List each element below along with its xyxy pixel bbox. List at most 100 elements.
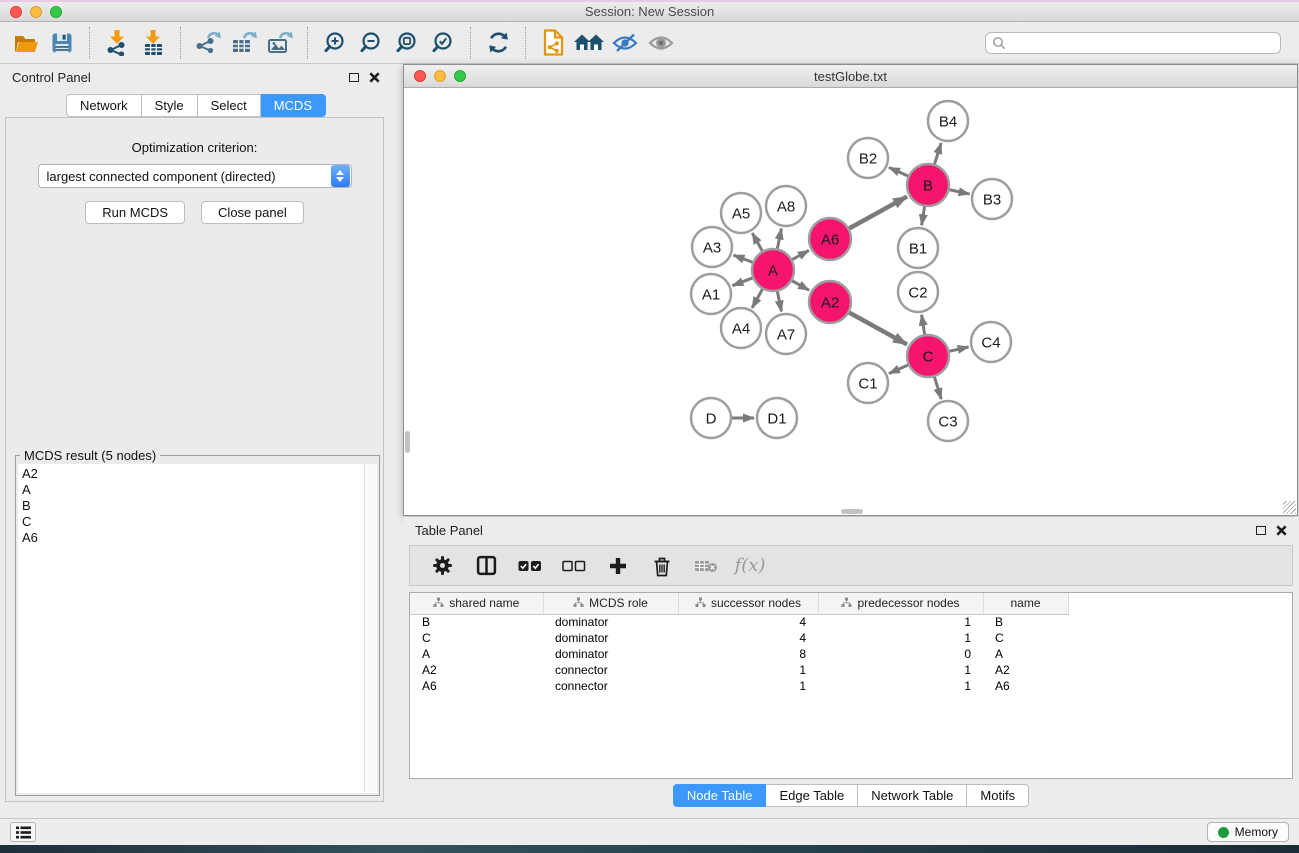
hide-labels-button[interactable] <box>607 26 643 60</box>
zoom-out-button[interactable] <box>353 26 389 60</box>
table-row[interactable]: Bdominator41B <box>410 614 1292 630</box>
fx-icon: f(x) <box>735 555 766 576</box>
resize-grip[interactable] <box>1283 501 1296 514</box>
graph-edge[interactable] <box>934 143 941 165</box>
memory-button[interactable]: Memory <box>1207 822 1289 842</box>
column-header-predecessor-nodes[interactable]: predecessor nodes <box>818 593 983 614</box>
delete-table-button[interactable] <box>684 549 728 583</box>
graph-edge[interactable] <box>791 250 808 260</box>
graph-edge[interactable] <box>948 347 968 351</box>
zoom-selected-button[interactable] <box>425 26 461 60</box>
close-panel-button[interactable]: Close panel <box>201 201 304 224</box>
tab-select[interactable]: Select <box>198 94 261 117</box>
column-header-name[interactable]: name <box>983 593 1068 614</box>
tab-motifs[interactable]: Motifs <box>967 784 1029 807</box>
graph-edge[interactable] <box>848 312 907 344</box>
graph-edge[interactable] <box>752 288 763 307</box>
show-graphics-details-button[interactable] <box>643 26 679 60</box>
search-field[interactable] <box>985 32 1281 54</box>
import-network-button[interactable] <box>99 26 135 60</box>
graph-edge[interactable] <box>949 189 970 194</box>
result-item[interactable]: C <box>22 514 364 530</box>
graph-node-label: C2 <box>908 285 927 302</box>
zoom-fit-content-button[interactable] <box>389 26 425 60</box>
graph-edge[interactable] <box>889 365 909 374</box>
eye-icon <box>647 32 675 54</box>
graph-edge[interactable] <box>889 167 909 176</box>
import-table-button[interactable] <box>135 26 171 60</box>
clone-network-button[interactable] <box>535 26 571 60</box>
result-scrollbar[interactable] <box>364 464 377 793</box>
graph-node-label: C <box>923 349 934 366</box>
open-session-button[interactable] <box>8 26 44 60</box>
mcds-result-groupbox: MCDS result (5 nodes) A2 A B C A6 <box>15 455 380 796</box>
tab-network[interactable]: Network <box>66 94 142 117</box>
result-item[interactable]: B <box>22 498 364 514</box>
export-network-button[interactable] <box>190 26 226 60</box>
graph-edge[interactable] <box>922 315 925 336</box>
horizontal-scrollbar[interactable] <box>841 509 863 514</box>
table-tabs: Node Table Edge Table Network Table Moti… <box>403 784 1299 807</box>
label-eye-slash-icon <box>611 32 639 54</box>
toolbar-separator <box>525 27 526 59</box>
list-icon <box>16 826 31 839</box>
table-row[interactable]: Adominator80A <box>410 646 1292 662</box>
graph-edge[interactable] <box>777 291 781 312</box>
delete-row-button[interactable] <box>640 549 684 583</box>
close-table-panel-icon[interactable] <box>1276 525 1287 536</box>
task-history-button[interactable] <box>10 822 36 842</box>
search-input[interactable] <box>1006 34 1280 52</box>
column-header-mcds-role[interactable]: MCDS role <box>543 593 678 614</box>
table-settings-button[interactable] <box>420 549 464 583</box>
column-header-shared-name[interactable]: shared name <box>410 593 543 614</box>
tab-node-table[interactable]: Node Table <box>673 784 767 807</box>
table-row[interactable]: A6connector11A6 <box>410 678 1292 694</box>
graph-edge[interactable] <box>848 197 907 229</box>
home-first-neighbors-button[interactable] <box>571 26 607 60</box>
export-image-button[interactable] <box>262 26 298 60</box>
graph-node-label: A2 <box>821 295 839 312</box>
close-panel-icon[interactable] <box>369 72 380 83</box>
graph-edge[interactable] <box>922 206 925 226</box>
show-column-button[interactable] <box>464 549 508 583</box>
toolbar-separator <box>307 27 308 59</box>
export-table-button[interactable] <box>226 26 262 60</box>
result-item[interactable]: A <box>22 482 364 498</box>
vertical-scrollbar[interactable] <box>405 431 410 453</box>
network-graph[interactable]: B4B2BB3A8A5A6A3B1AC2A1A2A4A7C4CC1C3DD1 <box>404 88 1297 515</box>
deselect-all-rows-button[interactable] <box>552 549 596 583</box>
add-row-button[interactable] <box>596 549 640 583</box>
float-panel-icon[interactable] <box>349 73 359 82</box>
float-table-panel-icon[interactable] <box>1256 526 1266 535</box>
graph-edge[interactable] <box>934 376 941 399</box>
desktop-background-bottom <box>0 845 1299 853</box>
network-canvas[interactable]: B4B2BB3A8A5A6A3B1AC2A1A2A4A7C4CC1C3DD1 <box>404 88 1297 515</box>
graph-edge[interactable] <box>734 255 754 262</box>
graph-edge[interactable] <box>791 280 809 290</box>
mcds-result-list[interactable]: A2 A B C A6 <box>18 464 377 793</box>
tab-style[interactable]: Style <box>142 94 198 117</box>
control-panel-title: Control Panel <box>12 70 91 85</box>
graph-edge[interactable] <box>752 233 762 252</box>
graph-edge[interactable] <box>732 278 753 286</box>
tab-edge-table[interactable]: Edge Table <box>766 784 858 807</box>
result-item[interactable]: A6 <box>22 530 364 546</box>
run-mcds-button[interactable]: Run MCDS <box>85 201 185 224</box>
zoom-in-button[interactable] <box>317 26 353 60</box>
houses-icon <box>573 32 605 54</box>
graph-edge[interactable] <box>777 229 781 250</box>
select-all-rows-button[interactable] <box>508 549 552 583</box>
zoom-fit-icon <box>395 31 419 55</box>
table-row[interactable]: A2connector11A2 <box>410 662 1292 678</box>
document-network-icon <box>542 29 565 56</box>
function-builder-button[interactable]: f(x) <box>728 549 772 583</box>
tab-network-table[interactable]: Network Table <box>858 784 967 807</box>
table-row[interactable]: Cdominator41C <box>410 630 1292 646</box>
criterion-select[interactable]: largest connected component (directed) <box>38 164 352 188</box>
column-header-successor-nodes[interactable]: successor nodes <box>678 593 818 614</box>
trash-icon <box>652 555 672 577</box>
refresh-view-button[interactable] <box>480 26 516 60</box>
tab-mcds[interactable]: MCDS <box>261 94 326 117</box>
result-item[interactable]: A2 <box>22 466 364 482</box>
save-session-button[interactable] <box>44 26 80 60</box>
